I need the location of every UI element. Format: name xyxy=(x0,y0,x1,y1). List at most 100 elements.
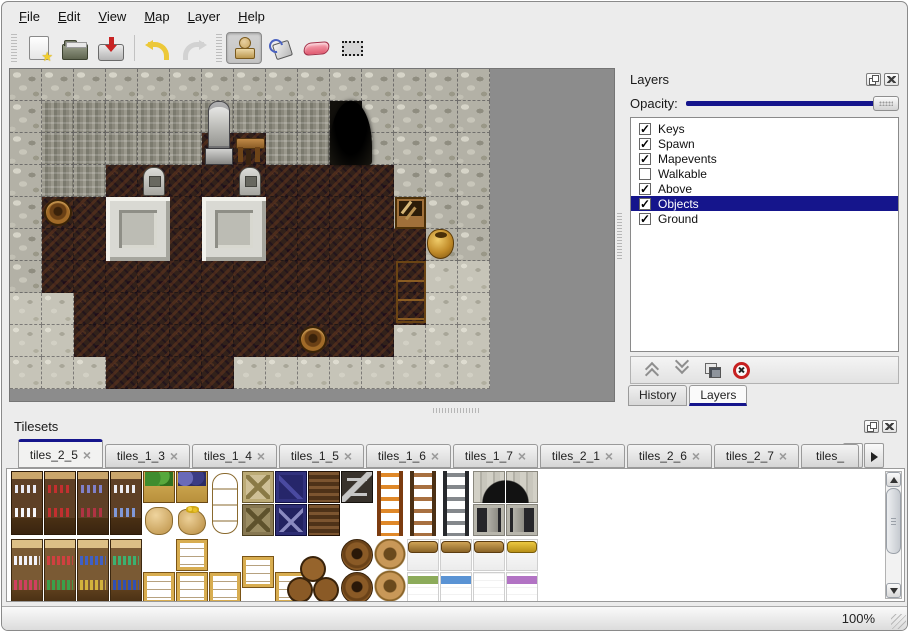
map-tile[interactable] xyxy=(138,325,170,357)
map-object-barrel[interactable] xyxy=(299,326,327,353)
map-tile[interactable] xyxy=(394,133,426,165)
delete-layer-button[interactable] xyxy=(733,362,750,379)
map-tile[interactable] xyxy=(298,133,330,165)
new-file-button[interactable] xyxy=(21,32,57,64)
scrollbar-thumb[interactable] xyxy=(886,488,901,554)
map-tile[interactable] xyxy=(170,357,202,389)
map-tile[interactable] xyxy=(266,197,298,229)
tileset-tile-cratex[interactable] xyxy=(242,471,274,503)
map-tile[interactable] xyxy=(202,261,234,293)
close-panel-icon[interactable] xyxy=(882,420,897,433)
close-tab-icon[interactable]: × xyxy=(170,449,178,463)
tileset-view[interactable] xyxy=(6,468,905,602)
tileset-tile-shelf2[interactable] xyxy=(44,539,76,602)
eraser-tool-button[interactable] xyxy=(298,32,334,64)
map-tile[interactable] xyxy=(106,69,138,101)
map-object-statue[interactable] xyxy=(202,101,234,165)
map-tile[interactable] xyxy=(74,261,106,293)
map-tile[interactable] xyxy=(10,133,42,165)
tileset-tab-tiles_2_6[interactable]: tiles_2_6× xyxy=(627,444,712,468)
close-tab-icon[interactable]: × xyxy=(431,449,439,463)
close-tab-icon[interactable]: × xyxy=(83,448,91,462)
menu-item-layer[interactable]: Layer xyxy=(179,7,230,26)
map-tile[interactable] xyxy=(106,357,138,389)
layer-visibility-checkbox[interactable]: ✓ xyxy=(639,198,651,210)
map-tile[interactable] xyxy=(42,101,74,133)
map-tile[interactable] xyxy=(458,133,490,165)
tileset-tab-tiles_1_5[interactable]: tiles_1_5× xyxy=(279,444,364,468)
map-tile[interactable] xyxy=(42,261,74,293)
map-tile[interactable] xyxy=(106,101,138,133)
map-tile[interactable] xyxy=(394,357,426,389)
map-tile[interactable] xyxy=(202,357,234,389)
map-tile[interactable] xyxy=(426,165,458,197)
map-canvas[interactable] xyxy=(9,68,615,402)
map-tile[interactable] xyxy=(138,357,170,389)
map-tile[interactable] xyxy=(394,69,426,101)
map-object-crate[interactable] xyxy=(395,197,426,229)
map-tile[interactable] xyxy=(394,101,426,133)
map-tile[interactable] xyxy=(74,165,106,197)
stamp-tool-button[interactable] xyxy=(226,32,262,64)
map-tile[interactable] xyxy=(394,229,426,261)
map-tile[interactable] xyxy=(458,325,490,357)
tileset-tile-bedtop[interactable] xyxy=(440,539,472,571)
map-tile[interactable] xyxy=(426,293,458,325)
map-tile[interactable] xyxy=(10,101,42,133)
close-tab-icon[interactable]: × xyxy=(518,449,526,463)
map-tile[interactable] xyxy=(170,229,202,261)
tileset-tile-barrelpile[interactable] xyxy=(287,545,343,602)
map-tile[interactable] xyxy=(330,261,362,293)
duplicate-layer-button[interactable] xyxy=(703,361,721,379)
map-tile[interactable] xyxy=(298,229,330,261)
map-tile[interactable] xyxy=(234,69,266,101)
tileset-tile-shelf1[interactable] xyxy=(110,471,142,535)
tileset-tab-tiles_2_5[interactable]: tiles_2_5× xyxy=(18,439,103,468)
save-button[interactable] xyxy=(93,32,129,64)
map-tile[interactable] xyxy=(266,133,298,165)
map-tile[interactable] xyxy=(42,325,74,357)
tileset-tile-barrel[interactable] xyxy=(341,539,373,571)
map-object-table[interactable] xyxy=(235,135,265,165)
horizontal-splitter[interactable] xyxy=(6,406,905,414)
toolbar-grip[interactable] xyxy=(216,34,222,62)
float-panel-icon[interactable] xyxy=(864,420,879,433)
tileset-tile-shelf1[interactable] xyxy=(77,471,109,535)
move-layer-down-button[interactable] xyxy=(673,361,691,379)
map-tile[interactable] xyxy=(10,69,42,101)
map-tile[interactable] xyxy=(298,197,330,229)
close-tab-icon[interactable]: × xyxy=(605,449,613,463)
map-tile[interactable] xyxy=(234,261,266,293)
map-tile[interactable] xyxy=(170,325,202,357)
opacity-slider-handle[interactable] xyxy=(873,96,899,111)
tileset-tile-crateberry[interactable] xyxy=(176,471,208,503)
map-tile[interactable] xyxy=(202,325,234,357)
tileset-tile-arch[interactable] xyxy=(506,471,538,503)
tileset-tile-ladder[interactable] xyxy=(407,471,439,536)
map-object-tomb[interactable] xyxy=(239,167,261,196)
map-tile[interactable] xyxy=(298,165,330,197)
map-tile[interactable] xyxy=(138,69,170,101)
map-tile[interactable] xyxy=(426,197,458,229)
map-tile[interactable] xyxy=(458,357,490,389)
tileset-tab-tiles_2_7[interactable]: tiles_2_7× xyxy=(714,444,799,468)
tileset-tile-cratenavy[interactable] xyxy=(275,471,307,503)
map-tile[interactable] xyxy=(394,165,426,197)
undo-button[interactable] xyxy=(140,32,176,64)
map-tile[interactable] xyxy=(74,325,106,357)
map-tile[interactable] xyxy=(330,229,362,261)
map-tile[interactable] xyxy=(42,229,74,261)
map-object-tomb[interactable] xyxy=(143,167,165,196)
layer-row-above[interactable]: ✓Above xyxy=(631,181,898,196)
map-object-shelf[interactable] xyxy=(396,261,426,323)
tileset-tile-wallin[interactable] xyxy=(506,504,538,536)
map-tile[interactable] xyxy=(170,261,202,293)
map-tile[interactable] xyxy=(74,357,106,389)
tileset-tile-arch[interactable] xyxy=(473,471,505,503)
tileset-tab-tiles_1_7[interactable]: tiles_1_7× xyxy=(453,444,538,468)
map-tile[interactable] xyxy=(266,293,298,325)
menu-item-edit[interactable]: Edit xyxy=(49,7,89,26)
map-tile[interactable] xyxy=(458,69,490,101)
map-tile[interactable] xyxy=(266,165,298,197)
map-tile[interactable] xyxy=(330,357,362,389)
